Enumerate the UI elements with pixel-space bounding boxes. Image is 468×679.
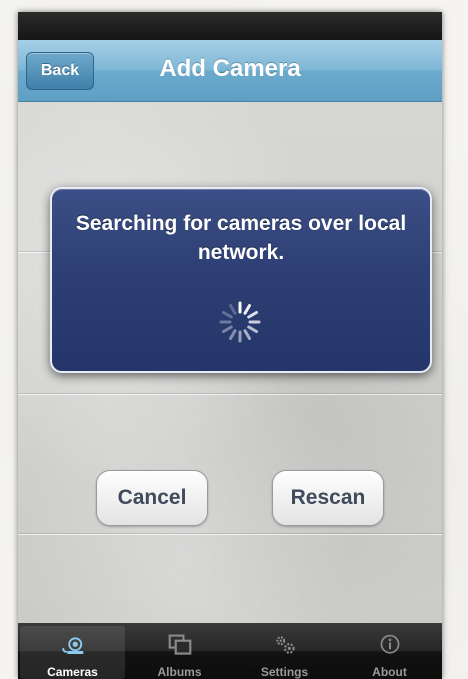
gears-icon bbox=[275, 636, 295, 654]
tab-label: About bbox=[372, 665, 407, 679]
status-bar bbox=[18, 12, 442, 40]
webcam-icon bbox=[61, 637, 83, 654]
searching-dialog: Searching for cameras over local network… bbox=[50, 187, 432, 373]
info-icon bbox=[380, 634, 399, 654]
rescan-button[interactable]: Rescan bbox=[272, 470, 384, 526]
divider-line bbox=[18, 394, 442, 395]
albums-icon bbox=[168, 634, 191, 655]
tab-label: Settings bbox=[260, 665, 309, 679]
phone-screen: Back Add Camera Searching for cameras ov… bbox=[18, 12, 442, 679]
divider-line bbox=[18, 534, 442, 535]
tab-label: Albums bbox=[157, 665, 202, 679]
navigation-bar: Back Add Camera bbox=[18, 40, 442, 102]
dialog-message: Searching for cameras over local network… bbox=[75, 212, 407, 264]
tab-settings[interactable]: Settings bbox=[232, 623, 337, 679]
tab-albums[interactable]: Albums bbox=[127, 623, 232, 679]
tab-label: Cameras bbox=[47, 665, 98, 679]
cancel-button[interactable]: Cancel bbox=[96, 470, 208, 526]
tab-about[interactable]: About bbox=[337, 623, 442, 679]
tab-cameras[interactable]: Cameras bbox=[20, 626, 125, 679]
page-title: Add Camera bbox=[159, 55, 301, 82]
loading-spinner-icon bbox=[219, 301, 261, 343]
tab-bar: Cameras Albums Settings About bbox=[18, 623, 442, 679]
